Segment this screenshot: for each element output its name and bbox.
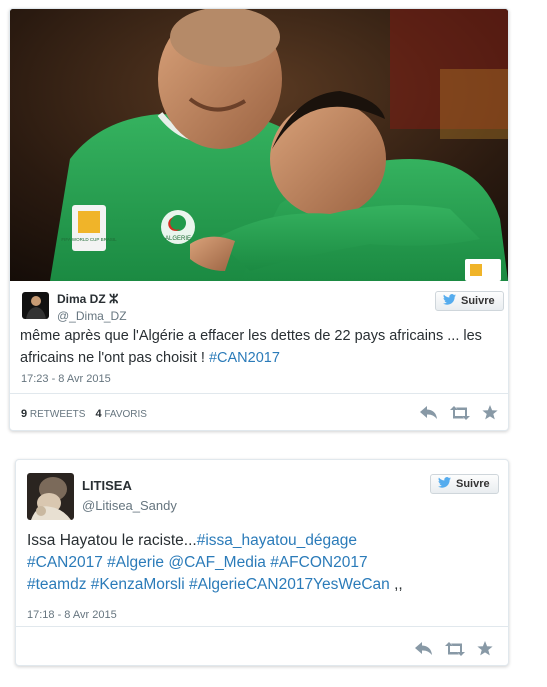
- tweet-text-body: Issa Hayatou le raciste...: [27, 532, 197, 549]
- hashtag-link[interactable]: #Algerie: [107, 554, 164, 571]
- hashtag-link[interactable]: #AFCON2017: [270, 554, 367, 571]
- hashtag-link[interactable]: #KenzaMorsli: [91, 576, 185, 593]
- retweets-stat[interactable]: 9 RETWEETS: [21, 408, 85, 420]
- hashtag-link[interactable]: #CAN2017: [209, 350, 280, 366]
- mention-link[interactable]: @CAF_Media: [168, 554, 266, 571]
- favorite-star-icon[interactable]: [482, 405, 498, 425]
- follow-button[interactable]: Suivre: [435, 291, 504, 311]
- follow-button[interactable]: Suivre: [430, 474, 499, 494]
- tweet-text-tail: ,,: [394, 576, 403, 593]
- reply-icon[interactable]: [420, 405, 438, 425]
- tweet-stats: 9 RETWEETS 4 FAVORIS: [21, 408, 147, 420]
- follow-label: Suivre: [456, 478, 490, 490]
- jersey-crest-label: ALGERIE: [165, 236, 191, 242]
- user-handle[interactable]: @_Dima_DZ: [57, 309, 127, 323]
- favorites-label: FAVORIS: [104, 409, 147, 420]
- hashtag-link[interactable]: #teamdz: [27, 576, 86, 593]
- twitter-bird-icon: [443, 294, 456, 308]
- tweet-card: ALGERIE FIFA WORLD CUP BRASIL Dima DZ ⵣ …: [9, 8, 509, 431]
- reply-icon[interactable]: [415, 641, 433, 661]
- tweet-card: LITISEA @Litisea_Sandy Suivre Issa Hayat…: [15, 459, 509, 666]
- twitter-bird-icon: [438, 477, 451, 491]
- tweet-actions: [415, 641, 493, 661]
- favorite-star-icon[interactable]: [477, 641, 493, 661]
- tweet-text: Issa Hayatou le raciste...#issa_hayatou_…: [27, 530, 502, 596]
- hashtag-link[interactable]: #CAN2017: [27, 554, 103, 571]
- tweet-header: Dima DZ ⵣ @_Dima_DZ: [22, 292, 127, 323]
- divider: [16, 626, 508, 627]
- tweet-timestamp[interactable]: 17:18 - 8 Avr 2015: [27, 609, 117, 621]
- retweets-count: 9: [21, 408, 28, 420]
- hashtag-link[interactable]: #issa_hayatou_dégage: [197, 532, 357, 549]
- divider: [10, 393, 508, 394]
- avatar[interactable]: [27, 473, 74, 520]
- user-handle[interactable]: @Litisea_Sandy: [82, 498, 177, 513]
- tweet-actions: [420, 405, 498, 425]
- tweet-photo[interactable]: ALGERIE FIFA WORLD CUP BRASIL: [10, 9, 508, 281]
- retweet-icon[interactable]: [445, 641, 465, 661]
- follow-label: Suivre: [461, 295, 495, 307]
- favorites-stat[interactable]: 4 FAVORIS: [95, 408, 147, 420]
- retweet-icon[interactable]: [450, 405, 470, 425]
- retweets-label: RETWEETS: [29, 409, 86, 420]
- world-cup-badge-label: FIFA WORLD CUP BRASIL: [61, 237, 117, 242]
- avatar[interactable]: [22, 292, 49, 319]
- tweet-text: même après que l'Algérie a effacer les d…: [20, 325, 504, 369]
- hashtag-link[interactable]: #AlgerieCAN2017YesWeCan: [189, 576, 390, 593]
- display-name[interactable]: LITISEA: [82, 478, 177, 493]
- tweet-header: LITISEA @Litisea_Sandy: [27, 473, 177, 520]
- tweet-timestamp[interactable]: 17:23 - 8 Avr 2015: [21, 373, 111, 385]
- display-name[interactable]: Dima DZ ⵣ: [57, 292, 127, 306]
- favorites-count: 4: [95, 408, 102, 420]
